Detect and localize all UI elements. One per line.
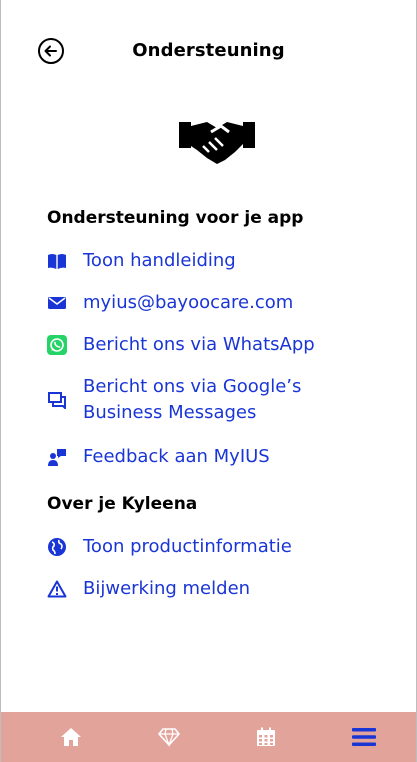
section-title-product: Over je Kyleena xyxy=(47,494,198,514)
whatsapp-icon xyxy=(47,335,67,355)
bottom-tab-bar xyxy=(1,712,416,762)
home-icon xyxy=(61,728,81,746)
google-business-messages-link[interactable]: Bericht ons via Google’s Business Messag… xyxy=(47,374,396,426)
page-title: Ondersteuning xyxy=(132,40,285,61)
app-screen: Ondersteuning Ondersteuning voor je app … xyxy=(0,0,417,762)
tab-menu[interactable] xyxy=(344,717,384,757)
whatsapp-link[interactable]: Bericht ons via WhatsApp xyxy=(47,332,396,358)
product-info-link[interactable]: Toon productinformatie xyxy=(47,534,396,560)
feedback-link[interactable]: Feedback aan MyIUS xyxy=(47,444,396,470)
google-business-messages-label: Bericht ons via Google’s Business Messag… xyxy=(83,376,302,423)
chat-icon xyxy=(47,390,67,410)
report-side-effect-link[interactable]: Bijwerking melden xyxy=(47,576,396,602)
feedback-label: Feedback aan MyIUS xyxy=(83,446,270,467)
manual-link[interactable]: Toon handleiding xyxy=(47,248,396,274)
handshake-icon xyxy=(177,112,257,168)
tab-diamond[interactable] xyxy=(149,717,189,757)
feedback-icon xyxy=(47,447,67,467)
diamond-icon xyxy=(157,728,180,747)
manual-label: Toon handleiding xyxy=(83,250,236,271)
globe-icon xyxy=(47,537,67,557)
header: Ondersteuning xyxy=(1,0,416,104)
calendar-icon xyxy=(257,727,276,746)
section-title-app-support: Ondersteuning voor je app xyxy=(47,208,304,228)
product-info-label: Toon productinformatie xyxy=(83,536,292,557)
warning-icon xyxy=(47,579,67,599)
email-link[interactable]: myius@bayoocare.com xyxy=(47,290,396,316)
email-label: myius@bayoocare.com xyxy=(83,292,294,313)
menu-icon xyxy=(351,728,376,746)
tab-calendar[interactable] xyxy=(246,717,286,757)
book-icon xyxy=(47,251,67,271)
envelope-icon xyxy=(47,293,67,313)
whatsapp-label: Bericht ons via WhatsApp xyxy=(83,334,315,355)
report-side-effect-label: Bijwerking melden xyxy=(83,578,251,599)
tab-home[interactable] xyxy=(51,717,91,757)
